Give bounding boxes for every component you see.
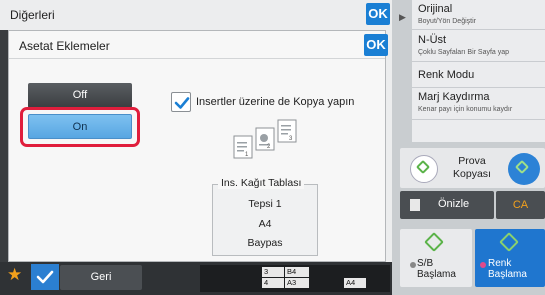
insert-tray-source: Baypas: [247, 237, 283, 249]
proof-copy-start-button[interactable]: [508, 153, 540, 185]
diamond-icon: [415, 159, 431, 175]
others-ok-button[interactable]: OK: [366, 3, 390, 25]
off-button[interactable]: Off: [28, 83, 132, 108]
proof-copy-label[interactable]: Prova Kopyası: [440, 155, 504, 181]
bw-dot-icon: [410, 262, 416, 268]
check-icon[interactable]: [31, 264, 59, 290]
star-icon[interactable]: ★: [7, 265, 22, 285]
bw-start-label: S/B Başlama: [417, 258, 456, 280]
insert-tray-legend: Ins. Kağıt Tablası: [218, 177, 305, 189]
proof-copy-icon[interactable]: [410, 155, 438, 183]
function-item-sublabel: Çoklu Sayfaları Bir Sayfa yap: [418, 49, 510, 56]
function-item-margin-shift[interactable]: Marj Kaydırma Kenar payı için konumu kay…: [412, 88, 545, 120]
checkmark-icon: [174, 97, 190, 109]
expand-arrow-icon[interactable]: ▶: [399, 12, 406, 23]
insert-tray-name: Tepsi 1: [248, 198, 282, 210]
back-button[interactable]: Geri: [60, 265, 142, 290]
bypass-size: A4: [344, 278, 366, 288]
checkmark-icon: [36, 270, 54, 284]
function-item-sublabel: Kenar payı için konumu kaydır: [418, 106, 513, 113]
preview-label: Önizle: [438, 198, 470, 210]
function-item-color-mode[interactable]: Renk Modu: [412, 62, 545, 88]
on-button-highlight: [20, 107, 140, 147]
tray-size: A3: [285, 278, 309, 288]
tray-size: B4: [285, 267, 309, 277]
insert-pages-illustration-icon: 321: [233, 119, 297, 159]
tray-number: 3: [262, 267, 284, 277]
function-item-sublabel: Boyut/Yön Değiştir: [418, 18, 476, 25]
function-item-label: Marj Kaydırma: [418, 91, 490, 103]
function-item-label: Renk Modu: [418, 69, 475, 81]
dialog-divider: [9, 58, 385, 59]
side-strip: [0, 30, 8, 262]
dialog-title: Asetat Eklemeler: [19, 39, 110, 53]
function-item-label: N-Üst: [418, 34, 447, 46]
tray-number: 4: [262, 278, 284, 288]
copy-on-inserts-label: Insertler üzerine de Kopya yapın: [196, 96, 355, 108]
dialog-ok-button[interactable]: OK: [364, 34, 388, 56]
function-item-label: Orijinal: [418, 3, 453, 15]
copy-on-inserts-checkbox[interactable]: [171, 92, 191, 112]
clear-all-button[interactable]: CA: [496, 191, 545, 219]
function-item-original[interactable]: Orijinal Boyut/Yön Değiştir: [412, 0, 545, 30]
color-start-label: Renk Başlama: [488, 258, 527, 280]
color-dot-icon: [480, 262, 486, 268]
diamond-icon: [514, 159, 530, 175]
preview-icon: [410, 199, 420, 211]
insert-tray-size: A4: [258, 218, 272, 230]
function-item-n-up[interactable]: N-Üst Çoklu Sayfaları Bir Sayfa yap: [412, 30, 545, 62]
others-panel-title: Diğerleri: [10, 8, 55, 22]
